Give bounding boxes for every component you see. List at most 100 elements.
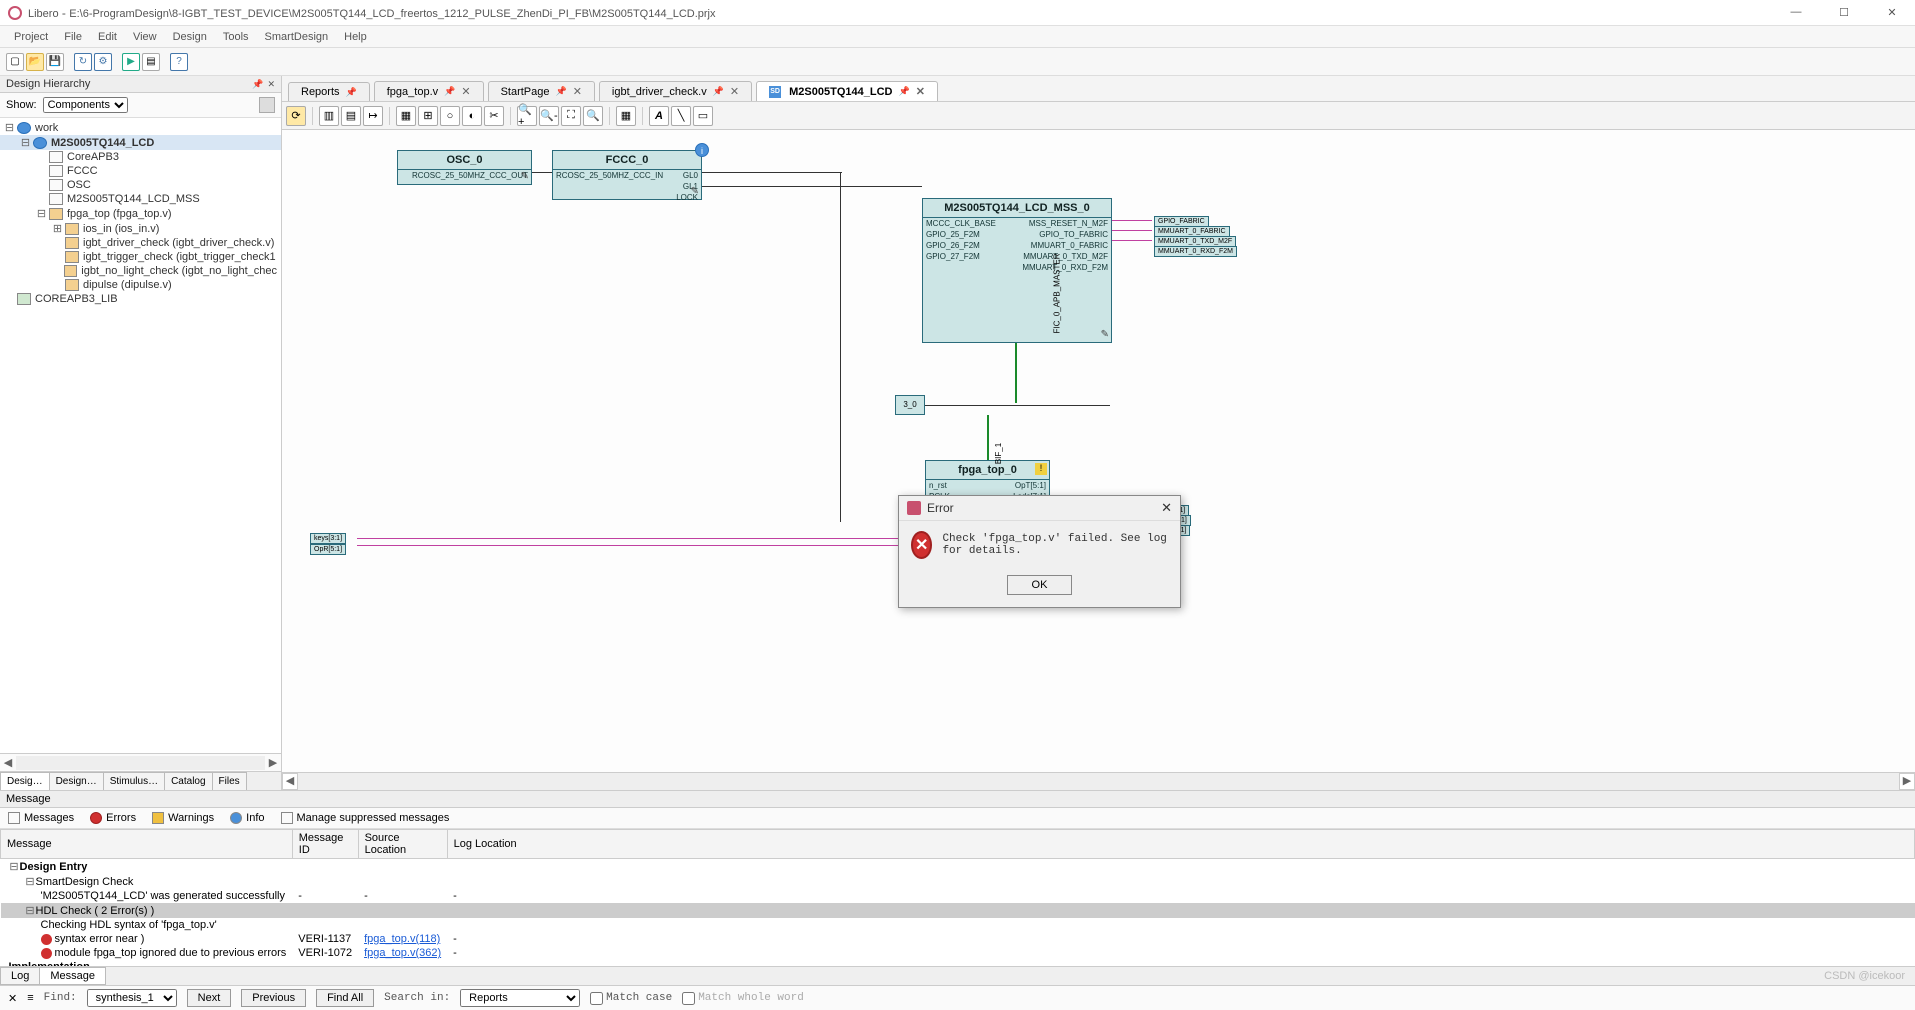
block-b3[interactable]: 3_0: [895, 395, 925, 415]
edit-icon[interactable]: ✎: [521, 171, 529, 182]
edit-icon[interactable]: ✎: [1101, 329, 1109, 340]
sidebar-expand-icon[interactable]: [259, 97, 275, 113]
zoom-fit-icon[interactable]: ⛶: [561, 106, 581, 126]
msg-source[interactable]: fpga_top.v(362): [358, 946, 447, 960]
open-button[interactable]: 📂: [26, 53, 44, 71]
menu-design[interactable]: Design: [165, 29, 215, 45]
tool-5[interactable]: ⊞: [418, 106, 438, 126]
design-tree[interactable]: ⊟work⊟M2S005TQ144_LCDCoreAPB3FCCCOSCM2S0…: [0, 118, 281, 753]
filter-info[interactable]: Info: [230, 812, 264, 824]
find-input[interactable]: synthesis_1: [87, 989, 177, 1007]
message-row[interactable]: 'M2S005TQ144_LCD' was generated successf…: [1, 889, 1915, 903]
menu-tools[interactable]: Tools: [215, 29, 257, 45]
tree-twisty-icon[interactable]: ⊞: [52, 222, 63, 235]
editor-tab[interactable]: SDM2S005TQ144_LCD📌✕: [756, 81, 938, 101]
editor-tab[interactable]: fpga_top.v📌✕: [374, 81, 484, 101]
menu-file[interactable]: File: [56, 29, 90, 45]
tool-4[interactable]: ▦: [396, 106, 416, 126]
tree-item[interactable]: M2S005TQ144_LCD_MSS: [0, 192, 281, 206]
scroll-left-icon[interactable]: ◀: [0, 756, 16, 769]
tool-3[interactable]: ↦: [363, 106, 383, 126]
col-message[interactable]: Message: [1, 830, 293, 859]
tree-item[interactable]: OSC: [0, 178, 281, 192]
tab-message[interactable]: Message: [39, 967, 106, 985]
message-row[interactable]: ⊟Design Entry: [1, 859, 1915, 875]
block-fccc[interactable]: FCCC_0 RCOSC_25_50MHZ_CCC_IN GL0 GL1 LOC…: [552, 150, 702, 200]
tree-twisty-icon[interactable]: ⊟: [36, 207, 47, 220]
external-port[interactable]: MMUART_0_RXD_F2M: [1154, 246, 1237, 257]
tool-8[interactable]: ✂: [484, 106, 504, 126]
whole-word-checkbox[interactable]: [682, 992, 695, 1005]
match-case-checkbox[interactable]: [590, 992, 603, 1005]
tree-item[interactable]: ⊟fpga_top (fpga_top.v): [0, 206, 281, 221]
external-port[interactable]: keys[3:1]: [310, 533, 346, 544]
tree-item[interactable]: dipulse (dipulse.v): [0, 278, 281, 292]
sidebar-tab-catalog[interactable]: Catalog: [164, 772, 212, 790]
settings-button[interactable]: ⚙: [94, 53, 112, 71]
tab-log[interactable]: Log: [0, 967, 40, 985]
tree-item[interactable]: ⊟work: [0, 120, 281, 135]
sidebar-tab-design[interactable]: Desig…: [0, 772, 50, 790]
editor-tab[interactable]: StartPage📌✕: [488, 81, 595, 101]
show-select[interactable]: Components: [43, 97, 128, 113]
tree-item[interactable]: ⊟M2S005TQ144_LCD: [0, 135, 281, 150]
grid-icon[interactable]: ▦: [616, 106, 636, 126]
line-tool-icon[interactable]: ╲: [671, 106, 691, 126]
zoom-area-icon[interactable]: 🔍: [583, 106, 603, 126]
tab-pin-icon[interactable]: 📌: [555, 86, 566, 97]
report-button[interactable]: ▤: [142, 53, 160, 71]
col-source[interactable]: Source Location: [358, 830, 447, 859]
refresh-button[interactable]: ↻: [74, 53, 92, 71]
filter-warnings[interactable]: Warnings: [152, 812, 214, 824]
tab-pin-icon[interactable]: 📌: [346, 87, 357, 98]
sidebar-close-icon[interactable]: ✕: [267, 79, 275, 90]
tab-close-icon[interactable]: ✕: [730, 85, 739, 98]
tab-pin-icon[interactable]: 📌: [713, 86, 724, 97]
tree-twisty-icon[interactable]: ⊟: [4, 121, 15, 134]
tree-item[interactable]: ⊞ios_in (ios_in.v): [0, 221, 281, 236]
tree-item[interactable]: igbt_trigger_check (igbt_trigger_check1: [0, 250, 281, 264]
dialog-close-icon[interactable]: ✕: [1161, 500, 1172, 516]
tab-close-icon[interactable]: ✕: [461, 85, 470, 98]
msg-source[interactable]: fpga_top.v(118): [358, 932, 447, 946]
filter-messages[interactable]: Messages: [8, 812, 74, 824]
canvas-hscroll[interactable]: ◀ ▶: [282, 772, 1915, 790]
new-button[interactable]: ▢: [6, 53, 24, 71]
tree-item[interactable]: igbt_driver_check (igbt_driver_check.v): [0, 236, 281, 250]
maximize-button[interactable]: ☐: [1829, 6, 1859, 19]
find-close-icon[interactable]: ✕: [8, 992, 17, 1005]
tool-6[interactable]: ○: [440, 106, 460, 126]
scroll-left-icon[interactable]: ◀: [282, 773, 298, 790]
close-button[interactable]: ✕: [1877, 6, 1907, 19]
schematic-canvas[interactable]: OSC_0 RCOSC_25_50MHZ_CCC_OUT ✎ FCCC_0 RC…: [282, 130, 1915, 772]
message-row[interactable]: Checking HDL syntax of 'fpga_top.v': [1, 918, 1915, 932]
menu-edit[interactable]: Edit: [90, 29, 125, 45]
message-row[interactable]: ⊟HDL Check ( 2 Error(s) ): [1, 903, 1915, 918]
sidebar-pin-icon[interactable]: 📌: [252, 79, 263, 90]
editor-tab[interactable]: igbt_driver_check.v📌✕: [599, 81, 752, 101]
menu-project[interactable]: Project: [6, 29, 56, 45]
message-table[interactable]: Message Message ID Source Location Log L…: [0, 829, 1915, 966]
zoom-out-icon[interactable]: 🔍-: [539, 106, 559, 126]
tool-2[interactable]: ▤: [341, 106, 361, 126]
tool-7[interactable]: ◐: [462, 106, 482, 126]
external-port[interactable]: OpR[5:1]: [310, 544, 346, 555]
msg-twisty-icon[interactable]: ⊟: [9, 860, 20, 873]
filter-suppressed[interactable]: Manage suppressed messages: [281, 812, 450, 824]
find-expand-icon[interactable]: ≡: [27, 992, 33, 1004]
msg-twisty-icon[interactable]: ⊟: [25, 904, 36, 917]
message-row[interactable]: ⊟SmartDesign Check: [1, 874, 1915, 889]
edit-icon[interactable]: ✎: [691, 186, 699, 197]
block-mss[interactable]: M2S005TQ144_LCD_MSS_0 MCCC_CLK_BASE GPIO…: [922, 198, 1112, 343]
msg-twisty-icon[interactable]: ⊟: [25, 875, 36, 888]
editor-tab[interactable]: Reports📌: [288, 82, 370, 101]
sidebar-tab-design2[interactable]: Design…: [49, 772, 104, 790]
tab-close-icon[interactable]: ✕: [573, 85, 582, 98]
tree-hscroll[interactable]: ◀ ▶: [0, 753, 281, 771]
help-button[interactable]: ?: [170, 53, 188, 71]
message-row[interactable]: module fpga_top ignored due to previous …: [1, 946, 1915, 960]
find-all-button[interactable]: Find All: [316, 989, 374, 1007]
text-tool-icon[interactable]: A: [649, 106, 669, 126]
menu-view[interactable]: View: [125, 29, 165, 45]
info-icon[interactable]: i: [695, 143, 709, 157]
